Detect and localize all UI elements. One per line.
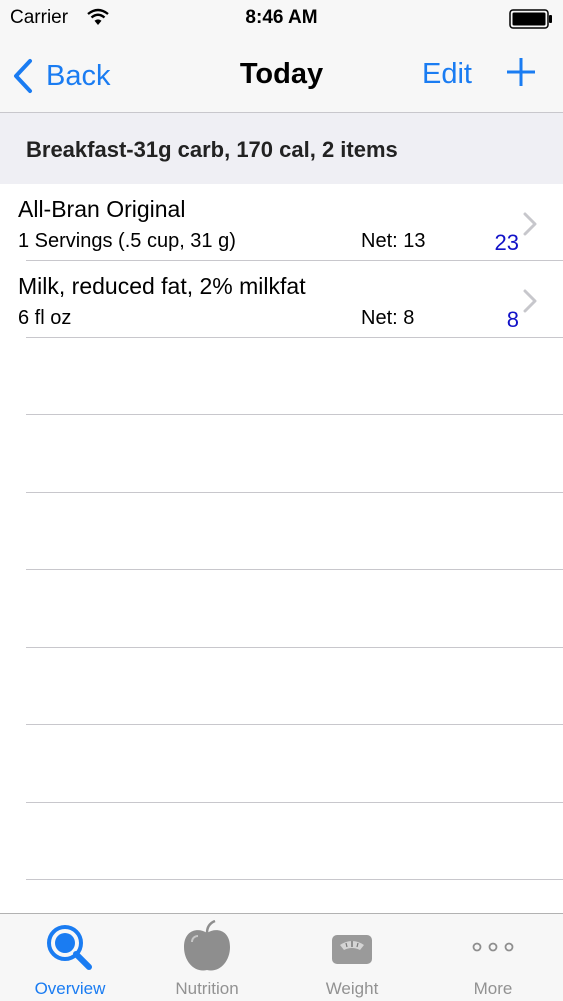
plus-icon xyxy=(507,58,535,86)
food-item-net-carbs: Net: 13 xyxy=(361,230,426,252)
row-separator xyxy=(26,569,563,570)
add-button[interactable] xyxy=(505,56,537,93)
row-separator xyxy=(26,414,563,415)
food-item-quantity: 6 fl oz xyxy=(18,307,72,329)
clock: 8:46 AM xyxy=(245,7,318,28)
tab-overview[interactable]: Overview xyxy=(0,914,140,1001)
row-separator xyxy=(26,492,563,493)
food-item-net-carbs: Net: 8 xyxy=(361,307,415,329)
section-header-label: Breakfast-31g carb, 170 cal, 2 items xyxy=(26,137,398,162)
row-separator xyxy=(26,802,563,803)
food-item-quantity: 1 Servings (.5 cup, 31 g) xyxy=(18,230,236,252)
tab-more[interactable]: More xyxy=(423,914,563,1001)
row-separator xyxy=(26,724,563,725)
row-separator xyxy=(26,647,563,648)
tab-bar: Overview Nutrition Weight More xyxy=(0,913,563,1001)
magnifier-icon xyxy=(47,925,92,970)
back-button-label: Back xyxy=(46,59,111,92)
food-item-row[interactable]: Milk, reduced fat, 2% milkfat 6 fl oz Ne… xyxy=(0,261,563,338)
tab-label: More xyxy=(473,979,513,998)
chevron-right-icon xyxy=(523,289,537,313)
food-item-row[interactable]: All-Bran Original 1 Servings (.5 cup, 31… xyxy=(0,184,563,261)
back-button[interactable]: Back xyxy=(12,56,110,96)
food-item-carbs: 23 xyxy=(494,230,519,255)
food-item-carbs: 8 xyxy=(506,307,519,332)
apple-icon xyxy=(184,920,230,971)
tab-label: Nutrition xyxy=(175,979,239,998)
chevron-right-icon xyxy=(523,212,537,236)
tab-weight[interactable]: Weight xyxy=(282,914,422,1001)
tab-label: Overview xyxy=(34,979,106,998)
row-separator xyxy=(26,337,563,338)
navigation-bar: Back Today Edit xyxy=(0,38,563,113)
chevron-left-icon xyxy=(14,59,32,93)
section-header: Breakfast-31g carb, 170 cal, 2 items xyxy=(0,113,563,184)
row-separator xyxy=(26,879,563,880)
more-dots-icon xyxy=(472,942,514,952)
edit-button[interactable]: Edit xyxy=(422,58,472,91)
scale-icon xyxy=(332,935,372,964)
food-item-name: All-Bran Original xyxy=(18,196,186,222)
tab-nutrition[interactable]: Nutrition xyxy=(137,914,277,1001)
tab-label: Weight xyxy=(325,979,379,998)
food-item-name: Milk, reduced fat, 2% milkfat xyxy=(18,273,306,299)
battery-icon xyxy=(509,9,553,34)
status-bar: Carrier 8:46 AM xyxy=(0,0,563,38)
